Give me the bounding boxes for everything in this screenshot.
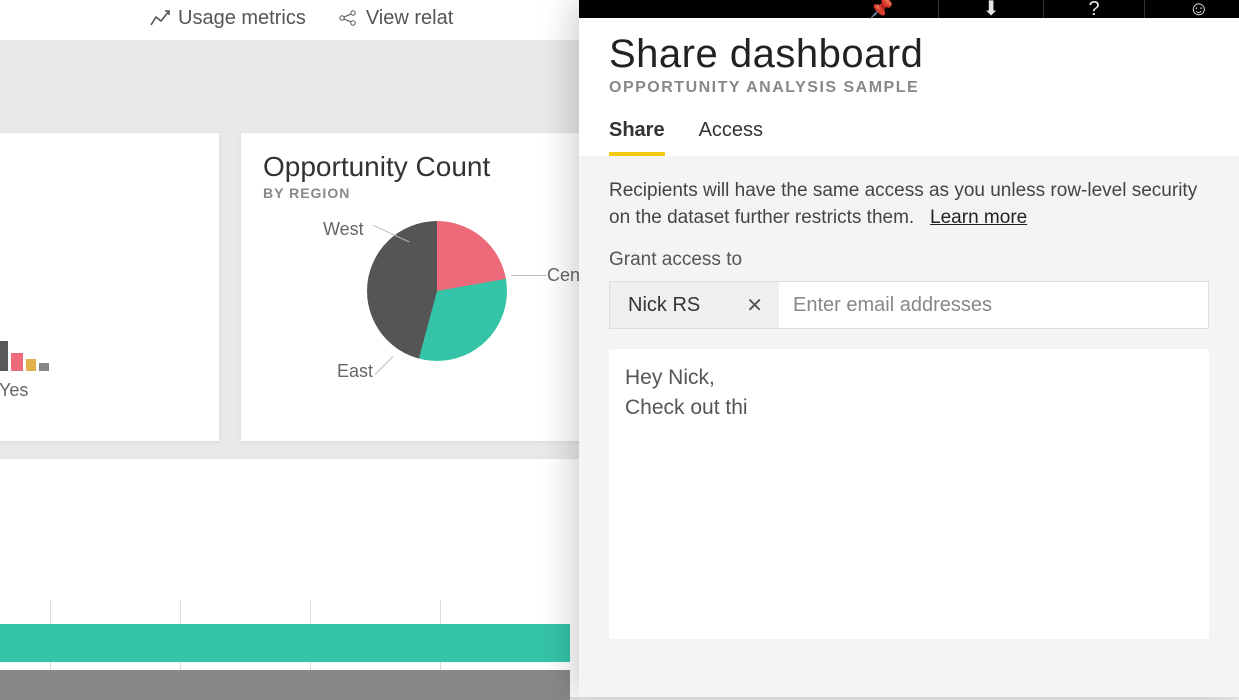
tab-access[interactable]: Access — [699, 119, 763, 156]
share-subtitle: OPPORTUNITY ANALYSIS SAMPLE — [609, 79, 1209, 97]
card-opportunity-count[interactable]: Opportunity Count BY REGION West Cen Eas… — [240, 132, 580, 442]
metrics-icon — [150, 10, 170, 26]
message-textarea[interactable] — [609, 349, 1209, 639]
top-toolbar: Usage metrics View relat — [0, 0, 580, 40]
opp-count-subtitle: BY REGION — [263, 185, 557, 201]
recipient-chip-name: Nick RS — [628, 294, 700, 317]
share-panel: 📌 ⬇ ? ☺ Share dashboard OPPORTUNITY ANAL… — [579, 0, 1239, 697]
card-size-title: t — [0, 477, 557, 509]
pie-label-east: East — [337, 361, 373, 382]
opp-count-title: Opportunity Count — [263, 151, 557, 183]
pie-label-central: Cen — [547, 265, 580, 286]
size-bar-a — [0, 624, 570, 662]
card-sales-stage-subtitle: SALES STAGE — [0, 185, 197, 201]
pie-leader-line — [374, 356, 393, 375]
sales-stage-bars — [0, 271, 49, 371]
view-related-label: View relat — [366, 7, 453, 30]
related-icon — [338, 10, 358, 26]
sales-stage-xlabel: Yes — [0, 380, 28, 401]
share-info-text: Recipients will have the same access as … — [609, 178, 1209, 231]
share-tabs: Share Access — [579, 119, 1239, 156]
legend-sales-stage: alify Solution — [0, 213, 197, 234]
view-related-button[interactable]: View relat — [338, 7, 453, 30]
recipient-chip: Nick RS ✕ — [610, 282, 779, 328]
card-sales-stage-title: t — [0, 151, 197, 183]
card-by-size[interactable]: t ITY SIZE ll Medium Large — [0, 458, 580, 698]
legend-size: ll Medium Large — [0, 539, 557, 560]
grant-access-label: Grant access to — [609, 249, 1209, 271]
pie-leader-line — [511, 275, 547, 276]
pie-label-west: West — [323, 219, 364, 240]
recipient-field[interactable]: Nick RS ✕ — [609, 281, 1209, 329]
card-size-subtitle: ITY SIZE — [0, 511, 557, 527]
usage-metrics-button[interactable]: Usage metrics — [150, 7, 306, 30]
recipient-input[interactable] — [779, 294, 1208, 317]
share-title: Share dashboard — [609, 32, 1209, 77]
share-info-copy: Recipients will have the same access as … — [609, 180, 1197, 228]
tab-share[interactable]: Share — [609, 119, 665, 156]
learn-more-link[interactable]: Learn more — [930, 207, 1027, 228]
app-title-bar: 📌 ⬇ ? ☺ — [579, 0, 1239, 18]
share-body: Recipients will have the same access as … — [579, 156, 1239, 697]
usage-metrics-label: Usage metrics — [178, 7, 306, 30]
card-sales-stage[interactable]: t SALES STAGE alify Solution Yes — [0, 132, 220, 442]
remove-recipient-icon[interactable]: ✕ — [746, 293, 763, 318]
pie-chart — [367, 221, 507, 361]
size-bar-b — [0, 670, 570, 700]
